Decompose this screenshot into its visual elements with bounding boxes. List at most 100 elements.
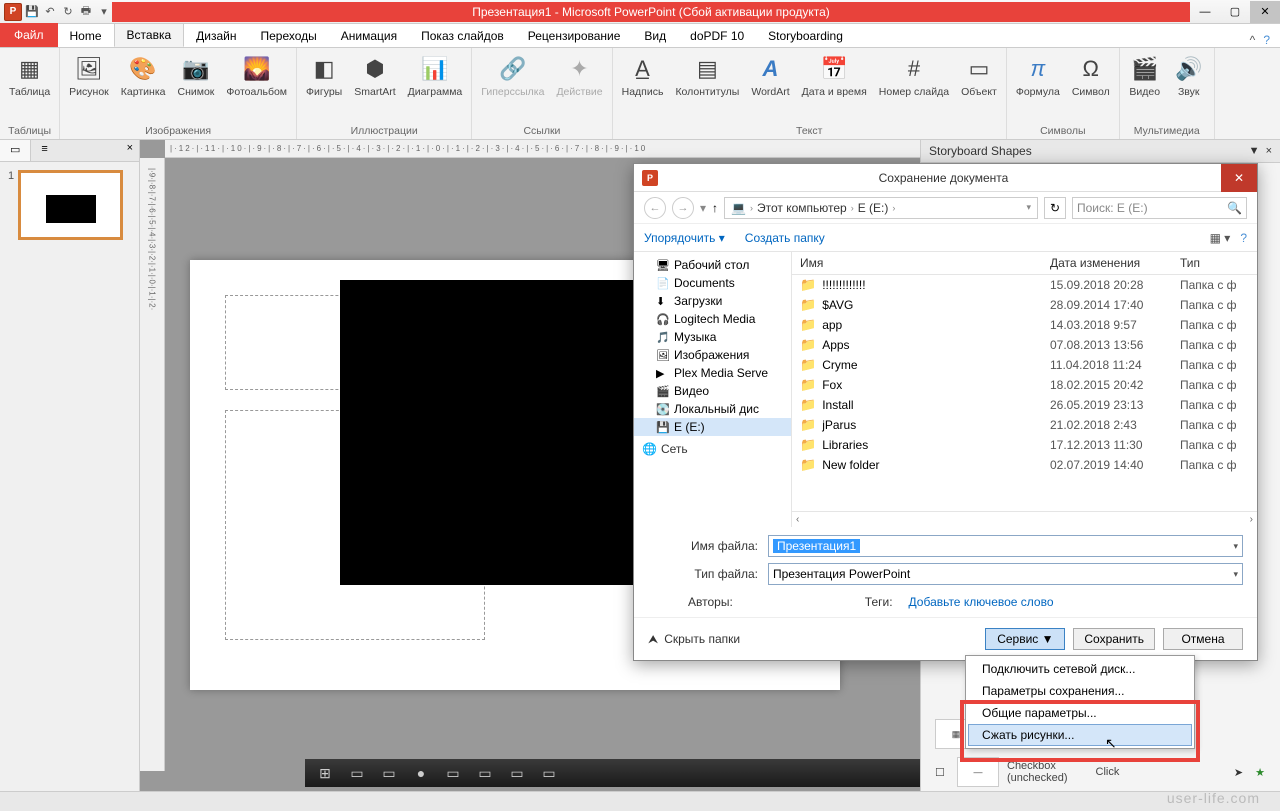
cmd-clipart[interactable]: 🎨Картинка xyxy=(118,51,169,101)
list-row[interactable]: 📁Apps07.08.2013 13:56Папка с ф xyxy=(792,335,1257,355)
new-folder-button[interactable]: Создать папку xyxy=(745,231,825,245)
checkbox-icon[interactable]: ☐ xyxy=(935,766,949,779)
dropdown-item-compress-pictures[interactable]: Сжать рисунки... xyxy=(968,724,1192,746)
outline-tab[interactable]: ≡ xyxy=(31,140,57,161)
tab-home[interactable]: Home xyxy=(58,25,114,47)
taskbar-item[interactable]: ▭ xyxy=(471,762,499,784)
cmd-picture[interactable]: 🖼Рисунок xyxy=(66,51,112,101)
list-row[interactable]: 📁Fox18.02.2015 20:42Папка с ф xyxy=(792,375,1257,395)
tab-storyboarding[interactable]: Storyboarding xyxy=(756,25,855,47)
start-icon[interactable]: ⊞ xyxy=(311,762,339,784)
dialog-close-button[interactable]: ✕ xyxy=(1221,164,1257,192)
panel-close-icon[interactable]: × xyxy=(121,140,139,161)
tab-file[interactable]: Файл xyxy=(0,23,58,47)
qat-more-icon[interactable]: ▾ xyxy=(96,4,112,20)
maximize-button[interactable]: ▢ xyxy=(1220,1,1250,23)
black-rectangle[interactable] xyxy=(340,280,640,585)
tree-network[interactable]: 🌐Сеть xyxy=(634,436,791,458)
up-button[interactable]: ↑ xyxy=(712,201,718,215)
list-row[interactable]: 📁Install26.05.2019 23:13Папка с ф xyxy=(792,395,1257,415)
list-row[interactable]: 📁New folder02.07.2019 14:40Папка с ф xyxy=(792,455,1257,475)
tree-item[interactable]: 🎵Музыка xyxy=(634,328,791,346)
list-row[interactable]: 📁$AVG28.09.2014 17:40Папка с ф xyxy=(792,295,1257,315)
filename-input[interactable]: Презентация1▾ xyxy=(768,535,1243,557)
qat-redo-icon[interactable]: ↻ xyxy=(60,4,76,20)
organize-button[interactable]: Упорядочить ▾ xyxy=(644,231,725,245)
tab-insert[interactable]: Вставка xyxy=(114,23,185,47)
qat-print-icon[interactable]: 🖶 xyxy=(78,4,94,20)
cmd-chart[interactable]: 📊Диаграмма xyxy=(405,51,466,101)
search-input[interactable]: Поиск: E (E:) 🔍 xyxy=(1072,197,1247,219)
taskbar-item[interactable]: ● xyxy=(407,762,435,784)
breadcrumb-item[interactable]: E (E:) xyxy=(858,201,889,215)
column-name[interactable]: Имя xyxy=(800,256,1050,270)
breadcrumb-item[interactable]: Этот компьютер xyxy=(757,201,847,215)
column-date[interactable]: Дата изменения xyxy=(1050,256,1180,270)
tree-item[interactable]: 💽Локальный дис xyxy=(634,400,791,418)
dropdown-item-save-options[interactable]: Параметры сохранения... xyxy=(968,680,1192,702)
tree-item[interactable]: 🖥Рабочий стол xyxy=(634,256,791,274)
close-button[interactable]: ✕ xyxy=(1250,1,1280,23)
dropdown-item-general-options[interactable]: Общие параметры... xyxy=(968,702,1192,724)
shape-thumb[interactable]: — xyxy=(957,757,999,787)
list-row[interactable]: 📁Libraries17.12.2013 11:30Папка с ф xyxy=(792,435,1257,455)
list-row[interactable]: 📁!!!!!!!!!!!!!15.09.2018 20:28Папка с ф xyxy=(792,275,1257,295)
list-row[interactable]: 📁jParus21.02.2018 2:43Папка с ф xyxy=(792,415,1257,435)
minimize-button[interactable]: — xyxy=(1190,1,1220,23)
panel-dropdown-icon[interactable]: ▼ xyxy=(1249,145,1260,157)
cmd-object[interactable]: ▭Объект xyxy=(958,51,1000,101)
taskbar-item[interactable]: ▭ xyxy=(503,762,531,784)
tags-add-link[interactable]: Добавьте ключевое слово xyxy=(909,595,1054,609)
cmd-screenshot[interactable]: 📷Снимок xyxy=(174,51,217,101)
help-icon[interactable]: ? xyxy=(1240,231,1247,245)
cmd-headerfooter[interactable]: ▤Колонтитулы xyxy=(672,51,742,101)
cancel-button[interactable]: Отмена xyxy=(1163,628,1243,650)
cmd-table[interactable]: ▦Таблица xyxy=(6,51,53,101)
tree-drive-e[interactable]: 💾E (E:) xyxy=(634,418,791,436)
cmd-slidenumber[interactable]: #Номер слайда xyxy=(876,51,952,101)
qat-save-icon[interactable]: 💾 xyxy=(24,4,40,20)
slide-thumbnail[interactable] xyxy=(18,170,123,240)
tab-slideshow[interactable]: Показ слайдов xyxy=(409,25,516,47)
scroll-right-icon[interactable]: › xyxy=(1250,514,1253,525)
cmd-datetime[interactable]: 📅Дата и время xyxy=(799,51,870,101)
tree-item[interactable]: 🎧Logitech Media xyxy=(634,310,791,328)
tab-view[interactable]: Вид xyxy=(632,25,678,47)
cmd-video[interactable]: 🎬Видео xyxy=(1126,51,1164,101)
column-type[interactable]: Тип xyxy=(1180,256,1200,270)
cmd-equation[interactable]: πФормула xyxy=(1013,51,1063,101)
hide-folders-button[interactable]: ⮝Скрыть папки xyxy=(648,632,740,647)
breadcrumb[interactable]: 💻› Этот компьютер› E (E:)› ▾ xyxy=(724,197,1038,219)
tree-item[interactable]: 🎬Видео xyxy=(634,382,791,400)
tab-review[interactable]: Рецензирование xyxy=(516,25,633,47)
tree-item[interactable]: ▶Plex Media Serve xyxy=(634,364,791,382)
taskbar-item[interactable]: ▭ xyxy=(375,762,403,784)
tree-item[interactable]: 🖼Изображения xyxy=(634,346,791,364)
cmd-audio[interactable]: 🔊Звук xyxy=(1170,51,1208,101)
tab-dopdf[interactable]: doPDF 10 xyxy=(678,25,756,47)
list-row[interactable]: 📁Cryme11.04.2018 11:24Папка с ф xyxy=(792,355,1257,375)
tree-item[interactable]: ⬇Загрузки xyxy=(634,292,791,310)
filetype-select[interactable]: Презентация PowerPoint▾ xyxy=(768,563,1243,585)
forward-button[interactable]: → xyxy=(672,197,694,219)
taskbar-item[interactable]: ▭ xyxy=(343,762,371,784)
back-button[interactable]: ← xyxy=(644,197,666,219)
tab-transitions[interactable]: Переходы xyxy=(248,25,328,47)
tab-animation[interactable]: Анимация xyxy=(329,25,409,47)
tab-design[interactable]: Дизайн xyxy=(184,25,248,47)
taskbar-item[interactable]: ▭ xyxy=(439,762,467,784)
tools-button[interactable]: Сервис ▼ xyxy=(985,628,1065,650)
list-row[interactable]: 📁app14.03.2018 9:57Папка с ф xyxy=(792,315,1257,335)
view-options-icon[interactable]: ▦ ▾ xyxy=(1210,231,1231,245)
cmd-symbol[interactable]: ΩСимвол xyxy=(1069,51,1113,101)
cmd-shapes[interactable]: ◧Фигуры xyxy=(303,51,345,101)
cmd-textbox[interactable]: A̲Надпись xyxy=(619,51,667,101)
help-icon[interactable]: ? xyxy=(1263,33,1270,47)
ribbon-collapse-icon[interactable]: ^ xyxy=(1250,33,1256,47)
slides-tab[interactable]: ▭ xyxy=(0,140,31,161)
taskbar-item[interactable]: ▭ xyxy=(535,762,563,784)
cmd-smartart[interactable]: ⬢SmartArt xyxy=(351,51,398,101)
tree-item[interactable]: 📄Documents xyxy=(634,274,791,292)
panel-close-icon[interactable]: × xyxy=(1266,145,1272,157)
cmd-photoalbum[interactable]: 🌄Фотоальбом xyxy=(223,51,290,101)
